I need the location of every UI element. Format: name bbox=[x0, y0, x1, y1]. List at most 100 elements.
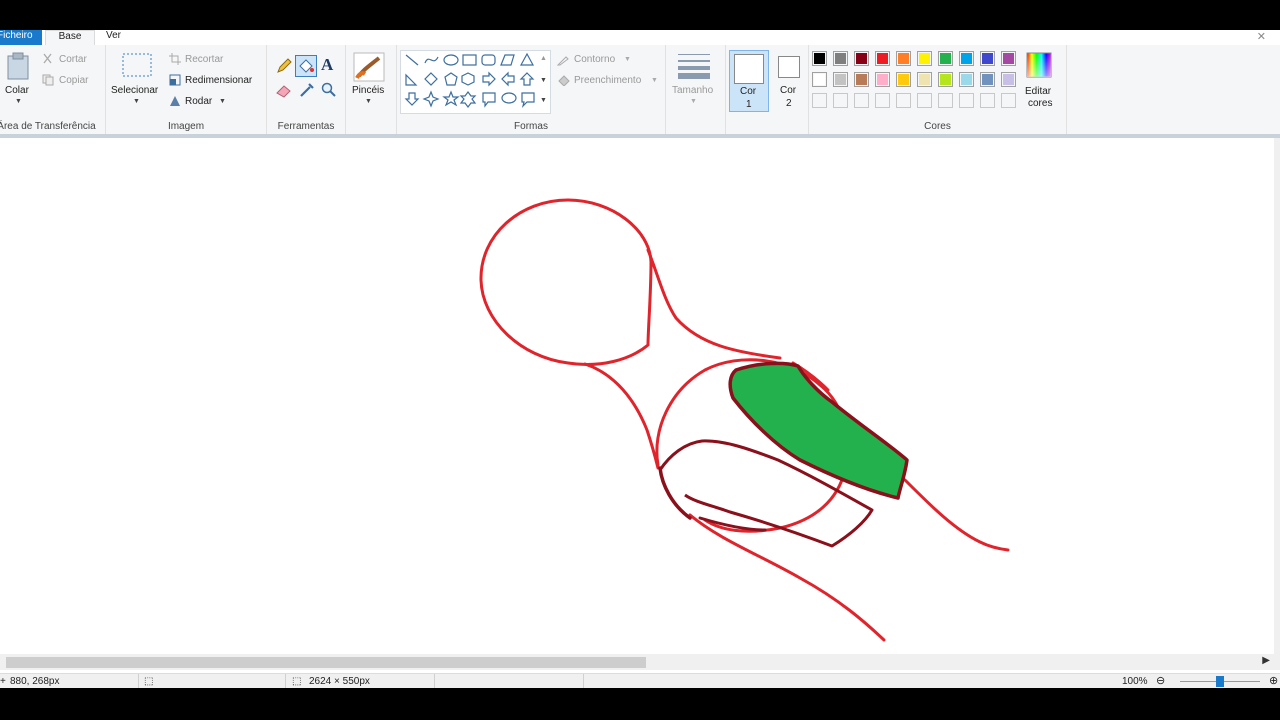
color-swatch[interactable] bbox=[917, 72, 932, 87]
drawing-canvas[interactable] bbox=[0, 138, 1280, 658]
crop-button[interactable]: Recortar bbox=[185, 54, 223, 65]
tools-group: A Ferramentas bbox=[267, 45, 346, 134]
eraser-icon[interactable] bbox=[276, 82, 292, 98]
select-dropdown-icon[interactable]: ▼ bbox=[133, 98, 140, 105]
brushes-group: Pincéis ▼ bbox=[346, 45, 397, 134]
empty-color-swatch[interactable] bbox=[938, 93, 953, 108]
color-swatch[interactable] bbox=[896, 51, 911, 66]
empty-color-swatch[interactable] bbox=[833, 93, 848, 108]
paste-icon[interactable] bbox=[6, 52, 32, 80]
color2-number: 2 bbox=[786, 98, 792, 109]
shapes-scroll-up-icon[interactable]: ▲ bbox=[540, 55, 547, 62]
select-icon[interactable] bbox=[122, 53, 152, 77]
color-swatch[interactable] bbox=[833, 51, 848, 66]
zoom-slider-thumb[interactable] bbox=[1216, 676, 1224, 687]
rotate-button[interactable]: Rodar bbox=[185, 96, 212, 107]
empty-color-swatch[interactable] bbox=[854, 93, 869, 108]
colors-group: Editar cores Cores bbox=[808, 45, 1067, 134]
fill-button[interactable]: Preenchimento bbox=[574, 75, 641, 86]
color-swatch[interactable] bbox=[1001, 72, 1016, 87]
shapes-more-icon[interactable]: ▼ bbox=[540, 97, 547, 104]
collapse-ribbon-icon[interactable]: ✕ bbox=[1257, 30, 1266, 43]
edit-colors-label-2[interactable]: cores bbox=[1028, 98, 1052, 109]
color-swatch[interactable] bbox=[854, 51, 869, 66]
brushes-icon[interactable] bbox=[353, 52, 385, 82]
color-swatch-fill bbox=[856, 74, 867, 85]
paste-dropdown-icon[interactable]: ▼ bbox=[15, 98, 22, 105]
size-icon[interactable] bbox=[678, 53, 710, 79]
outline-dropdown-icon[interactable]: ▼ bbox=[624, 56, 631, 63]
shapes-scroll-down-icon[interactable]: ▼ bbox=[540, 77, 547, 84]
rotate-icon bbox=[170, 96, 180, 106]
color-swatch-fill bbox=[898, 74, 909, 85]
color-swatch-fill bbox=[835, 74, 846, 85]
select-button[interactable]: Selecionar bbox=[111, 85, 158, 96]
brushes-button[interactable]: Pincéis bbox=[352, 85, 384, 96]
shapes-group: ▲ ▼ ▼ Contorno ▼ Preenchimento ▼ Formas bbox=[397, 45, 666, 134]
tab-view[interactable]: Ver bbox=[100, 30, 127, 45]
color-swatch[interactable] bbox=[938, 51, 953, 66]
color-swatch[interactable] bbox=[959, 72, 974, 87]
color-swatch-fill bbox=[877, 74, 888, 85]
brushes-dropdown-icon[interactable]: ▼ bbox=[365, 98, 372, 105]
color2-button[interactable]: Cor 2 bbox=[772, 50, 806, 112]
resize-icon bbox=[169, 74, 181, 86]
color-swatch[interactable] bbox=[980, 51, 995, 66]
color-swatch[interactable] bbox=[812, 72, 827, 87]
color-swatch[interactable] bbox=[959, 51, 974, 66]
color-swatch[interactable] bbox=[875, 72, 890, 87]
cursor-position-icon: + bbox=[0, 676, 6, 687]
empty-color-swatch[interactable] bbox=[812, 93, 827, 108]
paste-button[interactable]: Colar bbox=[5, 85, 29, 96]
pencil-icon[interactable] bbox=[276, 58, 292, 74]
color-swatch[interactable] bbox=[875, 51, 890, 66]
edit-colors-icon[interactable] bbox=[1026, 52, 1052, 78]
cut-button[interactable]: Cortar bbox=[59, 54, 87, 65]
copy-button[interactable]: Copiar bbox=[59, 75, 88, 86]
size-button[interactable]: Tamanho bbox=[672, 85, 713, 96]
scroll-right-arrow-icon[interactable]: ▶ bbox=[1262, 655, 1270, 666]
zoom-out-icon[interactable]: ⊖ bbox=[1156, 674, 1165, 687]
drawing-leg-stroke bbox=[688, 513, 886, 642]
empty-color-swatch[interactable] bbox=[959, 93, 974, 108]
color-swatch[interactable] bbox=[854, 72, 869, 87]
tab-file[interactable]: Ficheiro bbox=[0, 30, 42, 45]
color-swatch[interactable] bbox=[917, 51, 932, 66]
empty-color-swatch[interactable] bbox=[896, 93, 911, 108]
resize-button[interactable]: Redimensionar bbox=[185, 75, 252, 86]
shapes-gallery[interactable] bbox=[400, 50, 551, 114]
ribbon-tabs: Ficheiro Base Ver ✕ bbox=[0, 30, 1280, 46]
fill-dropdown-icon[interactable]: ▼ bbox=[651, 77, 658, 84]
empty-color-swatch[interactable] bbox=[980, 93, 995, 108]
color-swatch[interactable] bbox=[812, 51, 827, 66]
zoom-in-icon[interactable]: ⊕ bbox=[1269, 674, 1278, 687]
cursor-position: 880, 268px bbox=[10, 676, 60, 687]
rotate-dropdown-icon[interactable]: ▼ bbox=[219, 98, 226, 105]
color-picker-icon[interactable] bbox=[299, 82, 315, 98]
color-swatch[interactable] bbox=[896, 72, 911, 87]
empty-color-swatch[interactable] bbox=[875, 93, 890, 108]
color-swatch[interactable] bbox=[1001, 51, 1016, 66]
vertical-scrollbar[interactable] bbox=[1274, 138, 1280, 658]
magnifier-icon[interactable] bbox=[321, 82, 337, 98]
outline-button[interactable]: Contorno bbox=[574, 54, 615, 65]
color2-label: Cor bbox=[780, 85, 797, 96]
color1-button[interactable]: Cor 1 bbox=[729, 50, 769, 112]
text-tool-icon[interactable]: A bbox=[321, 55, 333, 75]
empty-color-swatch[interactable] bbox=[917, 93, 932, 108]
fill-bucket-icon bbox=[299, 59, 314, 73]
color-swatch[interactable] bbox=[980, 72, 995, 87]
image-group: Selecionar ▼ Recortar Redimensionar Roda… bbox=[106, 45, 267, 134]
tab-home[interactable]: Base bbox=[45, 30, 95, 46]
color-swatch[interactable] bbox=[833, 72, 848, 87]
horizontal-scrollbar[interactable]: ▶ bbox=[0, 654, 1280, 670]
color-swatch-fill bbox=[940, 53, 951, 64]
empty-color-swatch[interactable] bbox=[1001, 93, 1016, 108]
color-swatch[interactable] bbox=[938, 72, 953, 87]
fill-tool-button[interactable] bbox=[295, 55, 317, 77]
fill-icon bbox=[558, 75, 570, 86]
size-dropdown-icon[interactable]: ▼ bbox=[690, 98, 697, 105]
color-swatch-fill bbox=[919, 74, 930, 85]
edit-colors-label-1[interactable]: Editar bbox=[1025, 86, 1051, 97]
horizontal-scroll-thumb[interactable] bbox=[6, 657, 646, 668]
